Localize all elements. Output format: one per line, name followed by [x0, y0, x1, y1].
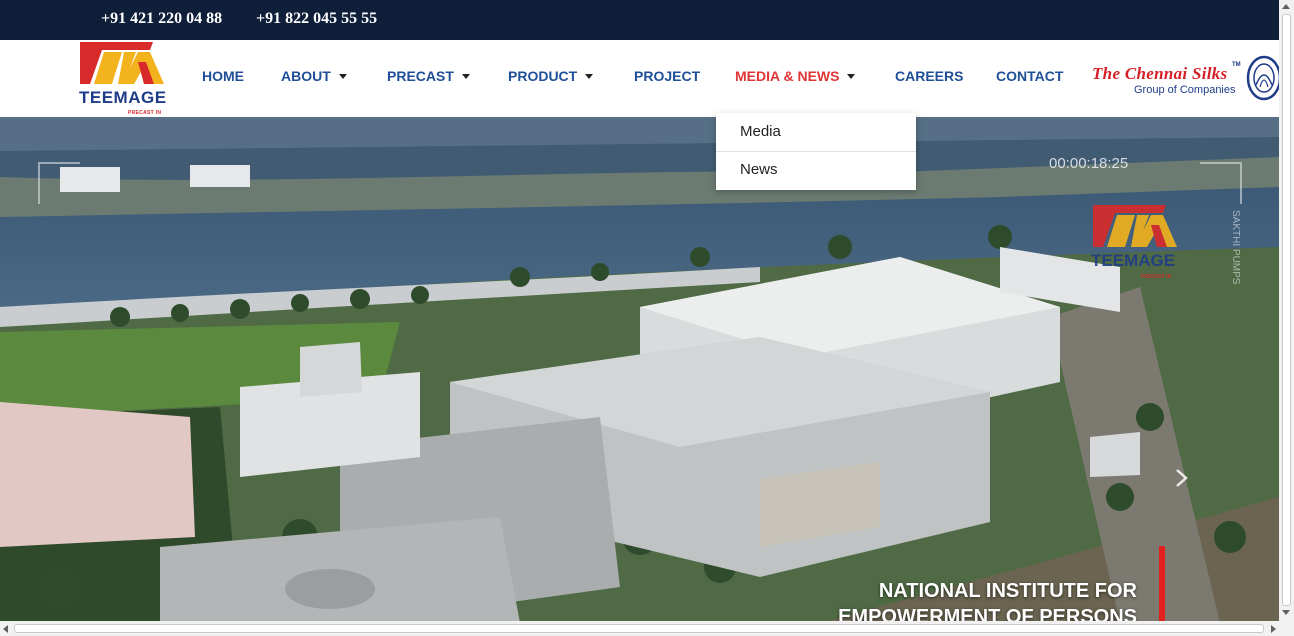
dropdown-item-media[interactable]: Media — [716, 113, 916, 152]
nav-contact[interactable]: CONTACT — [996, 68, 1063, 84]
nav-about[interactable]: ABOUT — [281, 68, 347, 84]
watermark-tagline: PRECAST IN — [1141, 274, 1172, 280]
chennai-silks-subtitle: Group of Companies — [1134, 84, 1236, 96]
chennai-silks-logo[interactable]: The Chennai Silks TM Group of Companies — [1092, 54, 1282, 104]
hero-banner-image — [0, 117, 1279, 623]
top-contact-bar: +91 421 220 04 88 +91 822 045 55 55 — [0, 0, 1279, 40]
nav-media-news[interactable]: MEDIA & NEWS — [735, 68, 856, 84]
caret-down-icon — [847, 73, 856, 79]
caret-down-icon — [585, 73, 594, 79]
nav-precast-label: PRECAST — [387, 68, 454, 84]
logo-tagline: PRECAST IN — [128, 110, 162, 116]
caret-down-icon — [338, 73, 347, 79]
slider-next-arrow[interactable] — [1172, 466, 1192, 490]
dropdown-item-media-label: Media — [740, 123, 781, 140]
nav-home[interactable]: HOME — [202, 68, 244, 84]
scroll-right-arrow-icon[interactable] — [1271, 625, 1276, 633]
nav-precast[interactable]: PRECAST — [387, 68, 470, 84]
scroll-down-arrow-icon[interactable] — [1282, 610, 1290, 615]
media-news-dropdown: Media News — [716, 113, 916, 190]
nav-product-label: PRODUCT — [508, 68, 578, 84]
headline-accent-bar — [1159, 546, 1165, 623]
video-timecode: 00:00:18:25 — [1049, 155, 1129, 172]
phone-number-secondary[interactable]: +91 822 045 55 55 — [256, 10, 377, 28]
frame-corner-top-left — [38, 162, 80, 204]
hero-watermark-logo: TEEMAGE PRECAST IN — [1089, 205, 1181, 285]
scroll-left-arrow-icon[interactable] — [3, 625, 8, 633]
logo-wordmark: TEEMAGE — [79, 88, 167, 107]
trademark-mark: TM — [1232, 62, 1241, 68]
teemage-watermark-mark — [1093, 205, 1177, 247]
dropdown-item-news[interactable]: News — [716, 151, 916, 189]
caret-down-icon — [461, 73, 470, 79]
chennai-silks-title: The Chennai Silks — [1092, 64, 1228, 83]
scroll-up-arrow-icon[interactable] — [1282, 4, 1290, 9]
teemage-logo[interactable]: TEEMAGE PRECAST IN — [78, 42, 166, 116]
dropdown-item-news-label: News — [740, 161, 778, 178]
nav-project[interactable]: PROJECT — [634, 68, 700, 84]
teemage-logo-mark — [80, 42, 164, 84]
hero-side-text: SAKTHI PUMPS — [1230, 210, 1241, 285]
frame-corner-top-right — [1200, 162, 1242, 204]
nav-careers[interactable]: CAREERS — [895, 68, 963, 84]
peacock-emblem-icon — [1246, 55, 1282, 101]
nav-about-label: ABOUT — [281, 68, 331, 84]
aerial-campus-illustration — [0, 117, 1279, 623]
nav-product[interactable]: PRODUCT — [508, 68, 594, 84]
hero-headline-line1: NATIONAL INSTITUTE FOR — [878, 580, 1137, 602]
main-navbar: TEEMAGE PRECAST IN HOME ABOUT PRECAST PR… — [0, 40, 1282, 117]
vertical-scrollbar-thumb[interactable] — [1282, 14, 1291, 606]
horizontal-scrollbar-thumb[interactable] — [14, 624, 1264, 633]
chevron-right-icon — [1176, 469, 1188, 487]
nav-media-news-label: MEDIA & NEWS — [735, 68, 840, 84]
watermark-wordmark: TEEMAGE — [1091, 251, 1176, 270]
phone-number-primary[interactable]: +91 421 220 04 88 — [101, 10, 222, 28]
